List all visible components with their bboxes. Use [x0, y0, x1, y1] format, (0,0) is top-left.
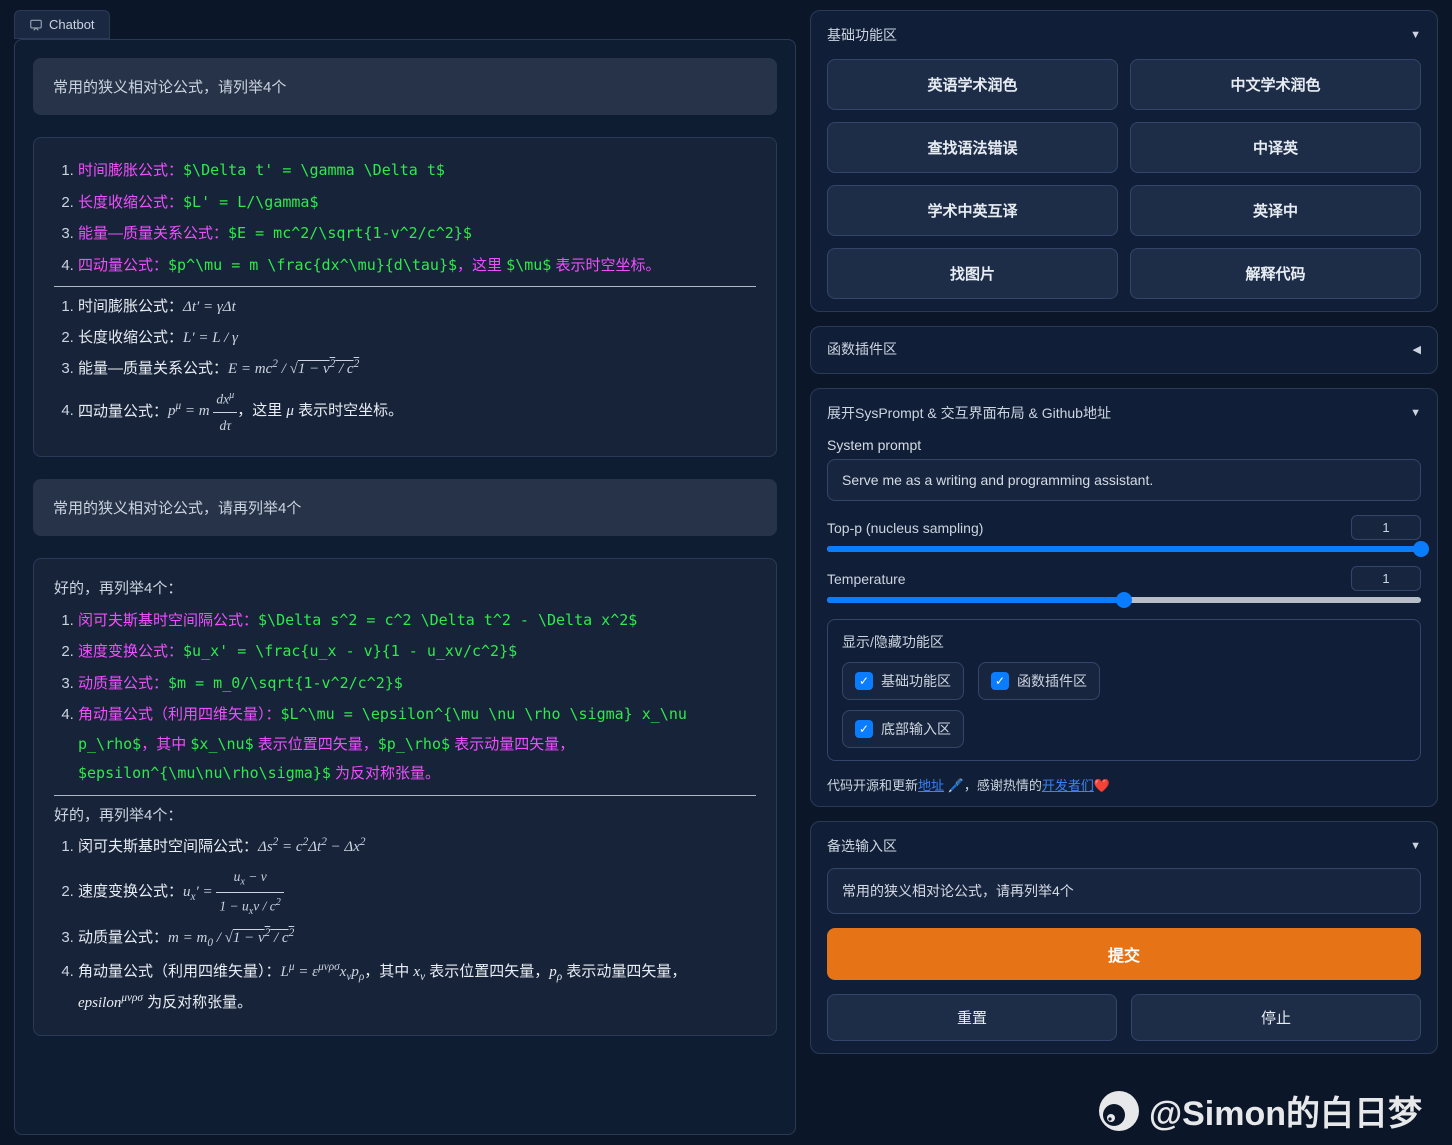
card-header-advanced[interactable]: 展开SysPrompt & 交互界面布局 & Github地址 ▼ — [827, 401, 1421, 427]
topp-label: Top-p (nucleus sampling) — [827, 520, 983, 536]
fn-btn-find-image[interactable]: 找图片 — [827, 248, 1118, 299]
temperature-value[interactable]: 1 — [1351, 566, 1421, 591]
bot-message: 好的，再列举4个： 闵可夫斯基时空间隔公式：$\Delta s^2 = c^2 … — [33, 558, 777, 1036]
tab-label: Chatbot — [49, 17, 95, 32]
chevron-down-icon: ▼ — [1410, 407, 1421, 419]
chat-icon — [29, 18, 43, 32]
card-header-altinput[interactable]: 备选输入区 ▼ — [827, 834, 1421, 860]
fn-btn-academic-translate[interactable]: 学术中英互译 — [827, 185, 1118, 236]
fn-btn-grammar-check[interactable]: 查找语法错误 — [827, 122, 1118, 173]
topp-value[interactable]: 1 — [1351, 515, 1421, 540]
repo-link[interactable]: 地址 — [918, 778, 944, 793]
advanced-card: 展开SysPrompt & 交互界面布局 & Github地址 ▼ System… — [810, 388, 1438, 807]
submit-button[interactable]: 提交 — [827, 928, 1421, 980]
topp-slider[interactable] — [827, 546, 1421, 552]
reset-button[interactable]: 重置 — [827, 994, 1117, 1041]
fn-btn-explain-code[interactable]: 解释代码 — [1130, 248, 1421, 299]
toggle-title: 显示/隐藏功能区 — [842, 632, 1406, 652]
toggle-plugins[interactable]: ✓ 函数插件区 — [978, 662, 1100, 700]
stop-button[interactable]: 停止 — [1131, 994, 1421, 1041]
user-message: 常用的狭义相对论公式，请列举4个 — [33, 58, 777, 115]
system-prompt-label: System prompt — [827, 437, 1421, 453]
fn-btn-en-to-zh[interactable]: 英译中 — [1130, 185, 1421, 236]
credit-line: 代码开源和更新地址 🖊️，感谢热情的开发者们❤️ — [827, 775, 1421, 794]
divider — [54, 286, 756, 287]
fn-btn-zh-to-en[interactable]: 中译英 — [1130, 122, 1421, 173]
temperature-slider[interactable] — [827, 597, 1421, 603]
toggle-bottom-input[interactable]: ✓ 底部输入区 — [842, 710, 964, 748]
devs-link[interactable]: 开发者们 — [1042, 778, 1094, 793]
chevron-left-icon: ◀ — [1413, 343, 1421, 356]
plugins-card[interactable]: 函数插件区 ◀ — [810, 326, 1438, 374]
card-header-basic[interactable]: 基础功能区 ▼ — [827, 23, 1421, 49]
tab-chatbot[interactable]: Chatbot — [14, 10, 110, 39]
temperature-label: Temperature — [827, 571, 906, 587]
check-icon: ✓ — [855, 720, 873, 738]
alt-input-card: 备选输入区 ▼ 提交 重置 停止 — [810, 821, 1438, 1054]
check-icon: ✓ — [991, 672, 1009, 690]
system-prompt-input[interactable] — [827, 459, 1421, 501]
check-icon: ✓ — [855, 672, 873, 690]
chat-area: 常用的狭义相对论公式，请列举4个 时间膨胀公式：$\Delta t' = \ga… — [14, 39, 796, 1135]
divider — [54, 795, 756, 796]
alt-input-field[interactable] — [827, 868, 1421, 914]
fn-btn-chinese-polish[interactable]: 中文学术润色 — [1130, 59, 1421, 110]
heart-icon: ❤️ — [1094, 778, 1110, 793]
fn-btn-english-polish[interactable]: 英语学术润色 — [827, 59, 1118, 110]
watermark: @Simon的白日梦 — [1097, 1086, 1422, 1135]
visibility-toggle-box: 显示/隐藏功能区 ✓ 基础功能区 ✓ 函数插件区 ✓ 底部输入区 — [827, 619, 1421, 761]
toggle-basic[interactable]: ✓ 基础功能区 — [842, 662, 964, 700]
user-message: 常用的狭义相对论公式，请再列举4个 — [33, 479, 777, 536]
bot-message: 时间膨胀公式：$\Delta t' = \gamma \Delta t$ 长度收… — [33, 137, 777, 457]
chevron-down-icon: ▼ — [1410, 29, 1421, 41]
basic-functions-card: 基础功能区 ▼ 英语学术润色 中文学术润色 查找语法错误 中译英 学术中英互译 … — [810, 10, 1438, 312]
chevron-down-icon: ▼ — [1410, 840, 1421, 852]
weibo-icon — [1097, 1089, 1141, 1133]
